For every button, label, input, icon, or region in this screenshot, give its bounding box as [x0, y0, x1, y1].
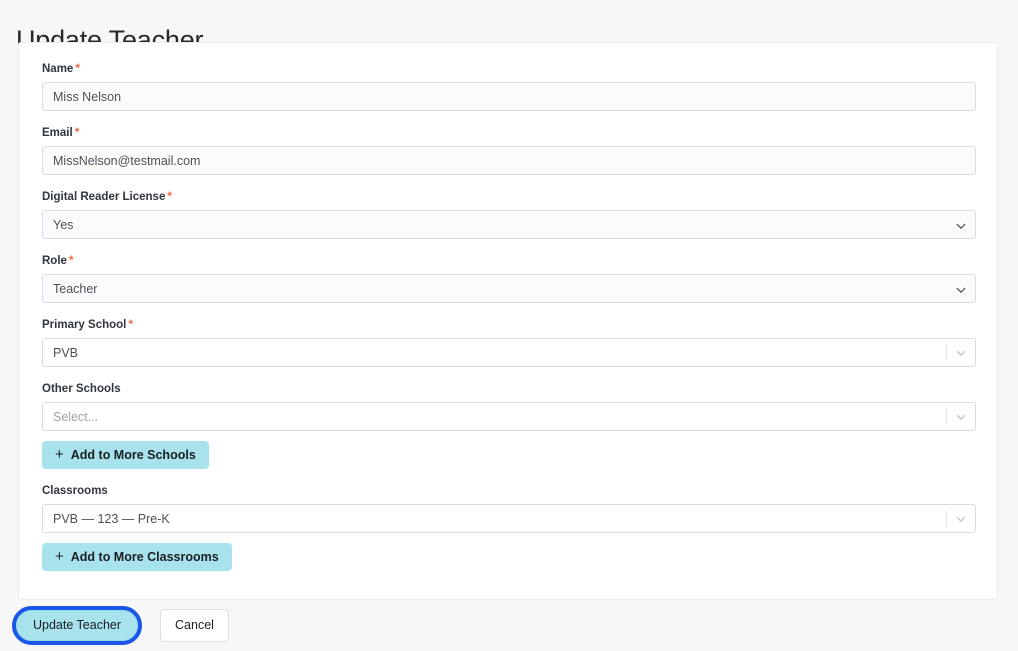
other-schools-select[interactable]: Select...	[42, 402, 976, 431]
role-select[interactable]: Teacher	[42, 274, 976, 303]
required-asterisk: *	[75, 61, 80, 75]
add-to-more-schools-label: Add to More Schools	[70, 448, 196, 462]
submit-button-focus-ring: Update Teacher	[11, 606, 143, 645]
label-other-schools: Other Schools	[42, 381, 974, 396]
label-classrooms: Classrooms	[42, 483, 974, 498]
update-teacher-page: Update Teacher Name * Miss Nelson Email * …	[0, 0, 1018, 651]
field-classrooms: Classrooms PVB — 123 — Pre-K	[42, 483, 976, 533]
other-schools-placeholder: Select...	[53, 409, 99, 424]
add-to-more-schools-button[interactable]: + Add to More Schools	[42, 441, 209, 469]
label-primary-school: Primary School *	[42, 317, 974, 332]
chevron-down-icon[interactable]	[947, 411, 975, 423]
add-to-more-classrooms-label: Add to More Classrooms	[70, 550, 219, 564]
label-role: Role *	[42, 253, 974, 268]
classrooms-indicators	[946, 505, 975, 532]
email-input[interactable]: MissNelson@testmail.com	[42, 146, 976, 175]
label-digital-reader-license: Digital Reader License *	[42, 189, 974, 204]
chevron-down-icon[interactable]	[947, 347, 975, 359]
field-primary-school: Primary School * PVB	[42, 317, 976, 367]
label-digital-reader-license-text: Digital Reader License	[42, 191, 166, 203]
primary-school-select[interactable]: PVB	[42, 338, 976, 367]
plus-icon: +	[55, 446, 64, 463]
field-digital-reader-license: Digital Reader License * Yes	[42, 189, 976, 239]
digital-reader-license-value: Yes	[53, 217, 74, 232]
add-schools-row: + Add to More Schools	[42, 441, 974, 469]
label-name-text: Name	[42, 63, 74, 75]
label-primary-school-text: Primary School	[42, 319, 127, 331]
field-email: Email * MissNelson@testmail.com	[42, 125, 976, 175]
required-asterisk: *	[128, 317, 134, 331]
primary-school-value: PVB	[53, 345, 79, 360]
update-teacher-button[interactable]: Update Teacher	[16, 610, 139, 641]
add-to-more-classrooms-button[interactable]: + Add to More Classrooms	[42, 543, 232, 571]
form-card: Name * Miss Nelson Email * MissNelson@test…	[18, 42, 998, 600]
classrooms-value: PVB — 123 — Pre-K	[53, 511, 170, 526]
other-schools-indicators	[946, 403, 975, 430]
required-asterisk: *	[68, 253, 74, 267]
primary-school-indicators	[946, 339, 975, 366]
chevron-down-icon	[956, 284, 966, 294]
form-actions: Update Teacher Cancel	[0, 606, 1018, 645]
field-other-schools: Other Schools Select...	[42, 381, 976, 431]
role-value: Teacher	[53, 281, 98, 296]
label-classrooms-text: Classrooms	[42, 485, 108, 497]
add-classrooms-row: + Add to More Classrooms	[42, 543, 974, 571]
plus-icon: +	[55, 548, 64, 565]
name-input-value: Miss Nelson	[53, 89, 122, 104]
label-name: Name *	[42, 61, 974, 76]
cancel-button[interactable]: Cancel	[160, 609, 229, 642]
digital-reader-license-select[interactable]: Yes	[42, 210, 976, 239]
label-role-text: Role	[42, 255, 67, 267]
label-email-text: Email	[42, 127, 73, 139]
chevron-down-icon[interactable]	[947, 513, 975, 525]
label-email: Email *	[42, 125, 974, 140]
label-other-schools-text: Other Schools	[42, 383, 121, 395]
field-name: Name * Miss Nelson	[42, 61, 976, 111]
name-input[interactable]: Miss Nelson	[42, 82, 976, 111]
form-card-body: Name * Miss Nelson Email * MissNelson@test…	[19, 43, 997, 571]
required-asterisk: *	[167, 189, 173, 203]
chevron-down-icon	[956, 220, 966, 230]
field-role: Role * Teacher	[42, 253, 976, 303]
classrooms-select[interactable]: PVB — 123 — Pre-K	[42, 504, 976, 533]
email-input-value: MissNelson@testmail.com	[53, 153, 201, 168]
required-asterisk: *	[74, 125, 80, 139]
